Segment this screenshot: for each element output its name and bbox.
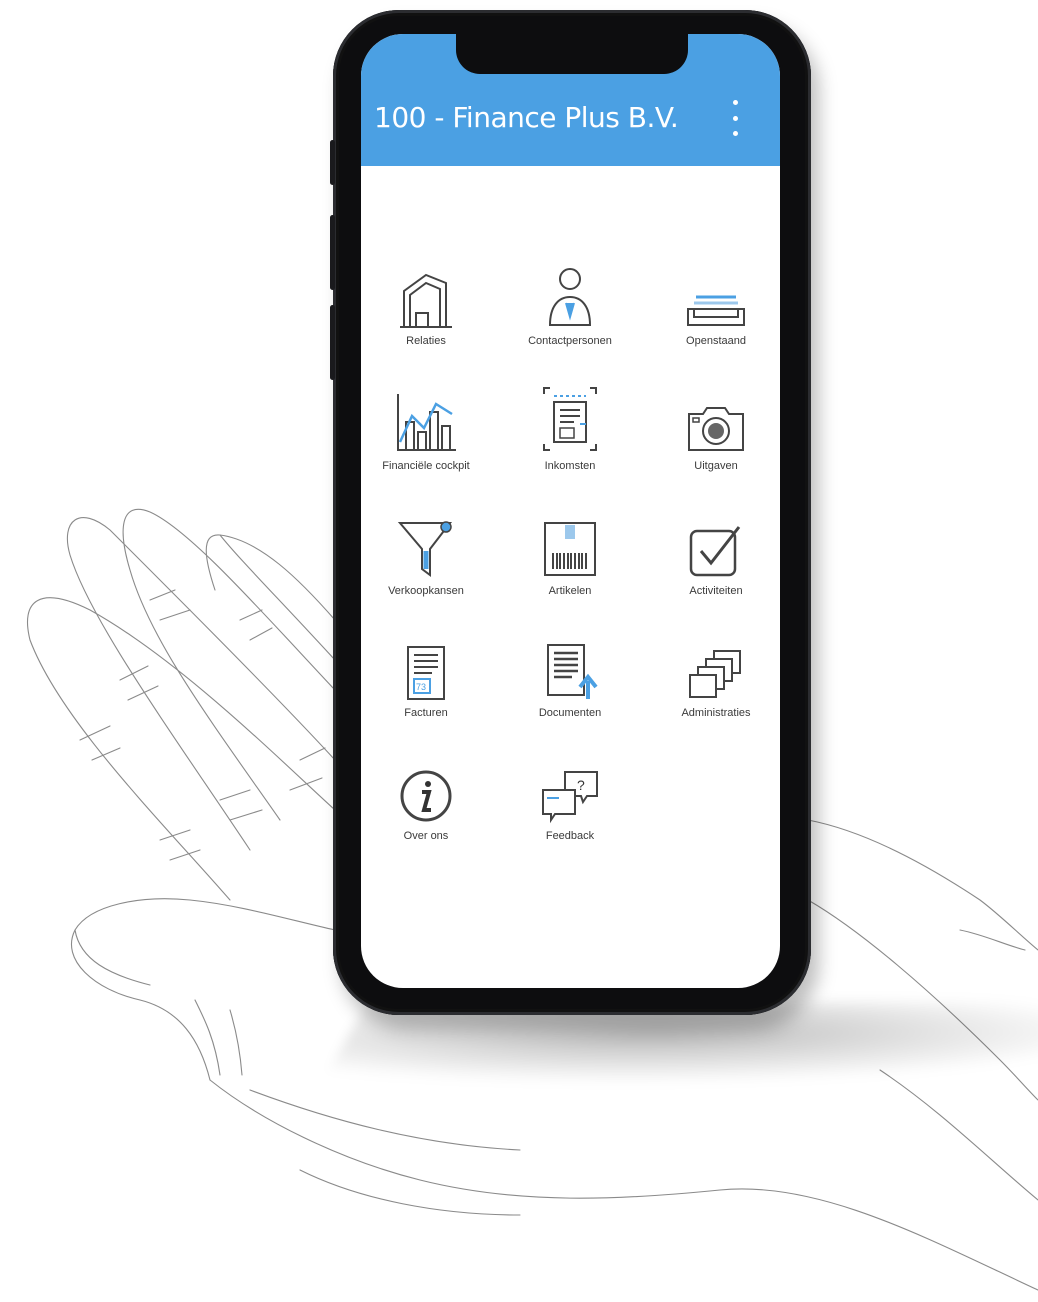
more-vert-icon[interactable] xyxy=(721,96,749,140)
document-upload-icon xyxy=(535,631,605,701)
tile-verkoopkansen[interactable]: Verkoopkansen xyxy=(361,509,491,619)
tile-financiele-cockpit[interactable]: Financiële cockpit xyxy=(361,384,491,494)
tile-label: Over ons xyxy=(403,830,449,842)
phone-screen: 100 - Finance Plus B.V. Relaties Contact… xyxy=(361,34,780,988)
chart-icon xyxy=(391,384,461,454)
tray-icon xyxy=(681,259,751,329)
stacked-windows-icon xyxy=(681,631,751,701)
tile-label: Feedback xyxy=(545,830,595,842)
tile-inkomsten[interactable]: Inkomsten xyxy=(505,384,635,494)
tile-contactpersonen[interactable]: Contactpersonen xyxy=(505,259,635,369)
tile-artikelen[interactable]: Artikelen xyxy=(505,509,635,619)
tile-over-ons[interactable]: Over ons xyxy=(361,754,491,864)
phone-volume-up-button xyxy=(330,215,335,290)
tile-label: Activiteiten xyxy=(689,585,743,597)
funnel-icon xyxy=(391,509,461,579)
checkbox-icon xyxy=(681,509,751,579)
phone-volume-down-button xyxy=(330,305,335,380)
tile-label: Documenten xyxy=(538,707,602,719)
chat-question-icon: ? xyxy=(535,754,605,824)
invoice-icon: 73 xyxy=(391,631,461,701)
person-icon xyxy=(535,259,605,329)
tile-label: Artikelen xyxy=(548,585,592,597)
tile-label: Financiële cockpit xyxy=(382,460,470,472)
building-icon xyxy=(391,259,461,329)
tile-label: Contactpersonen xyxy=(528,335,612,347)
barcode-icon xyxy=(535,509,605,579)
tile-label: Relaties xyxy=(406,335,446,347)
tile-feedback[interactable]: ? Feedback xyxy=(505,754,635,864)
tile-relaties[interactable]: Relaties xyxy=(361,259,491,369)
scan-invoice-icon xyxy=(535,384,605,454)
tile-facturen[interactable]: 73 Facturen xyxy=(361,631,491,741)
tile-activiteiten[interactable]: Activiteiten xyxy=(651,509,780,619)
app-title: 100 - Finance Plus B.V. xyxy=(374,101,679,134)
phone-notch xyxy=(456,34,688,74)
tile-label: Administraties xyxy=(681,707,751,719)
tile-label: Verkoopkansen xyxy=(388,585,464,597)
phone-side-button xyxy=(330,140,335,185)
tile-label: Uitgaven xyxy=(694,460,738,472)
tile-label: Facturen xyxy=(404,707,448,719)
tile-openstaand[interactable]: Openstaand xyxy=(651,259,780,369)
tile-administraties[interactable]: Administraties xyxy=(651,631,780,741)
svg-text:?: ? xyxy=(577,777,585,793)
svg-text:73: 73 xyxy=(416,682,426,692)
tile-documenten[interactable]: Documenten xyxy=(505,631,635,741)
camera-icon xyxy=(681,384,751,454)
info-icon xyxy=(391,754,461,824)
tile-label: Openstaand xyxy=(686,335,746,347)
tile-label: Inkomsten xyxy=(544,460,596,472)
tile-uitgaven[interactable]: Uitgaven xyxy=(651,384,780,494)
